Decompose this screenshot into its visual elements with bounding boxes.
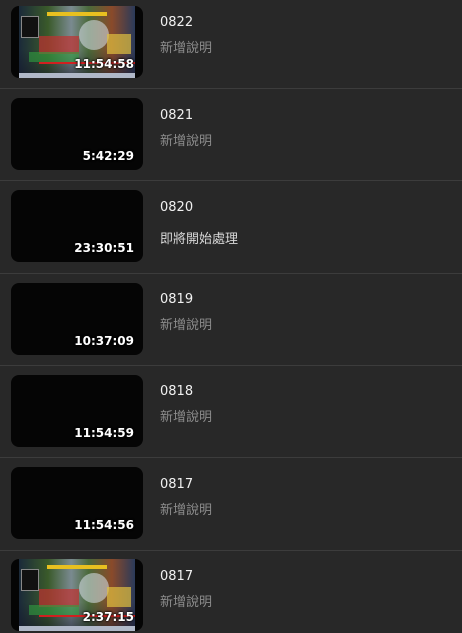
- video-row[interactable]: 23:30:51 0820 即將開始處理: [0, 181, 462, 273]
- video-title[interactable]: 0819: [160, 292, 193, 307]
- video-row[interactable]: 2:37:15 0817 新增說明: [0, 551, 462, 633]
- video-thumbnail[interactable]: 23:30:51: [11, 190, 143, 262]
- duration-badge: 11:54:56: [74, 518, 134, 532]
- video-title[interactable]: 0817: [160, 477, 193, 492]
- processing-status: 即將開始處理: [160, 232, 239, 247]
- duration-badge: 10:37:09: [74, 334, 134, 348]
- duration-badge: 5:42:29: [82, 149, 134, 163]
- video-description[interactable]: 新增說明: [160, 130, 212, 149]
- video-title[interactable]: 0820: [160, 200, 193, 215]
- video-thumbnail[interactable]: 11:54:56: [11, 467, 143, 539]
- video-row[interactable]: 5:42:29 0821 新增說明: [0, 89, 462, 181]
- video-description[interactable]: 新增說明: [160, 314, 212, 333]
- video-thumbnail[interactable]: 11:54:58: [11, 6, 143, 78]
- duration-badge: 11:54:58: [74, 57, 134, 71]
- video-thumbnail[interactable]: 10:37:09: [11, 283, 143, 355]
- video-row[interactable]: 10:37:09 0819 新增說明: [0, 274, 462, 366]
- duration-badge: 11:54:59: [74, 426, 134, 440]
- video-title[interactable]: 0821: [160, 108, 193, 123]
- video-description[interactable]: 新增說明: [160, 406, 212, 425]
- video-thumbnail[interactable]: 2:37:15: [11, 559, 143, 631]
- video-row[interactable]: 11:54:56 0817 新增說明: [0, 458, 462, 550]
- video-title[interactable]: 0822: [160, 15, 193, 30]
- video-list: 11:54:58 0822 新增說明 5:42:29 0821 新增說明 23:…: [0, 0, 462, 633]
- video-row[interactable]: 11:54:58 0822 新增說明: [0, 0, 462, 92]
- video-description[interactable]: 新增說明: [160, 37, 212, 56]
- video-row[interactable]: 11:54:59 0818 新增說明: [0, 366, 462, 458]
- video-thumbnail[interactable]: 11:54:59: [11, 375, 143, 447]
- video-thumbnail[interactable]: 5:42:29: [11, 98, 143, 170]
- video-description[interactable]: 新增說明: [160, 499, 212, 518]
- video-description[interactable]: 新增說明: [160, 591, 212, 610]
- video-title[interactable]: 0817: [160, 569, 193, 584]
- video-title[interactable]: 0818: [160, 384, 193, 399]
- duration-badge: 2:37:15: [82, 610, 134, 624]
- duration-badge: 23:30:51: [74, 241, 134, 255]
